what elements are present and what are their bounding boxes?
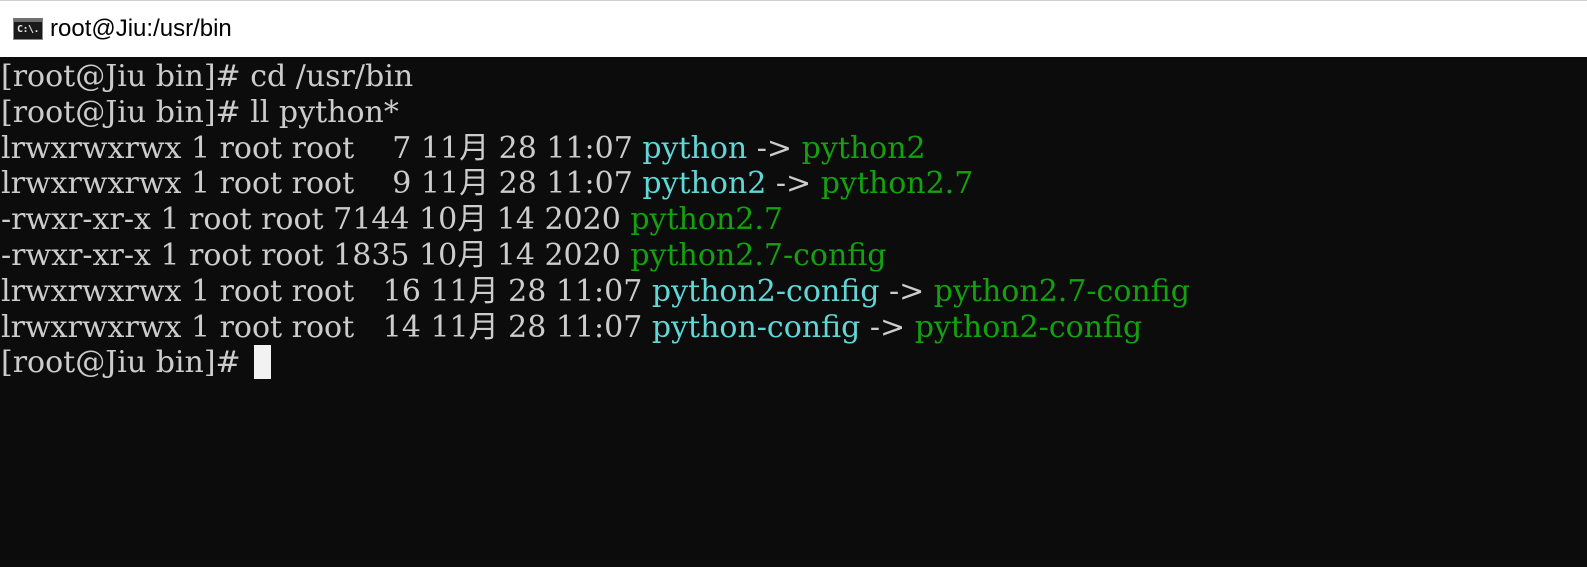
link-target: python2.7-config [933,273,1190,309]
command-line-cd: [root@Jiu bin]# cd /usr/bin [1,59,414,94]
file-meta: -rwxr-xr-x 1 root root 7144 10月 14 2020 [1,202,631,238]
symlink-name: python2 [642,166,767,202]
link-arrow: -> [766,166,821,202]
link-target: python2-config [914,309,1143,345]
file-meta: lrwxrwxrwx 1 root root 14 11月 28 11:07 [1,309,652,345]
listing-row: -rwxr-xr-x 1 root root 1835 10月 14 2020 … [0,238,1587,274]
link-arrow: -> [860,309,915,345]
listing-row: lrwxrwxrwx 1 root root 9 11月 28 11:07 py… [0,166,1587,202]
cmd-icon[interactable]: C:\. [13,17,43,40]
cmd-icon-glyph: C:\. [16,24,40,35]
prompt-text: [root@Jiu bin]# [1,345,251,381]
executable-name: python2.7 [630,202,783,238]
file-meta: -rwxr-xr-x 1 root root 1835 10月 14 2020 [1,237,631,273]
symlink-name: python [642,130,748,166]
terminal-output[interactable]: [root@Jiu bin]# cd /usr/bin [root@Jiu bi… [0,57,1587,567]
link-arrow: -> [747,130,802,166]
symlink-name: python2-config [651,273,880,309]
link-target: python2.7 [820,166,974,202]
symlink-name: python-config [651,309,861,345]
window-title: root@Jiu:/usr/bin [50,14,232,42]
command-line-ll: [root@Jiu bin]# ll python* [1,94,399,130]
listing-row: lrwxrwxrwx 1 root root 7 11月 28 11:07 py… [0,131,1587,167]
listing-row: -rwxr-xr-x 1 root root 7144 10月 14 2020 … [0,202,1587,238]
text-cursor [254,345,272,380]
link-target: python2 [801,130,926,166]
command-prompt[interactable]: [root@Jiu bin]# [0,345,1587,381]
executable-name: python2.7-config [630,237,887,273]
file-meta: lrwxrwxrwx 1 root root 9 11月 28 11:07 [1,166,643,202]
title-bar[interactable]: C:\. root@Jiu:/usr/bin [0,1,1587,56]
listing-row: lrwxrwxrwx 1 root root 16 11月 28 11:07 p… [0,274,1587,310]
file-meta: lrwxrwxrwx 1 root root 7 11月 28 11:07 [1,130,643,166]
link-arrow: -> [879,273,934,309]
terminal-window: C:\. root@Jiu:/usr/bin [root@Jiu bin]# c… [0,0,1587,567]
file-meta: lrwxrwxrwx 1 root root 16 11月 28 11:07 [1,273,652,309]
listing-row: lrwxrwxrwx 1 root root 14 11月 28 11:07 p… [0,310,1587,346]
